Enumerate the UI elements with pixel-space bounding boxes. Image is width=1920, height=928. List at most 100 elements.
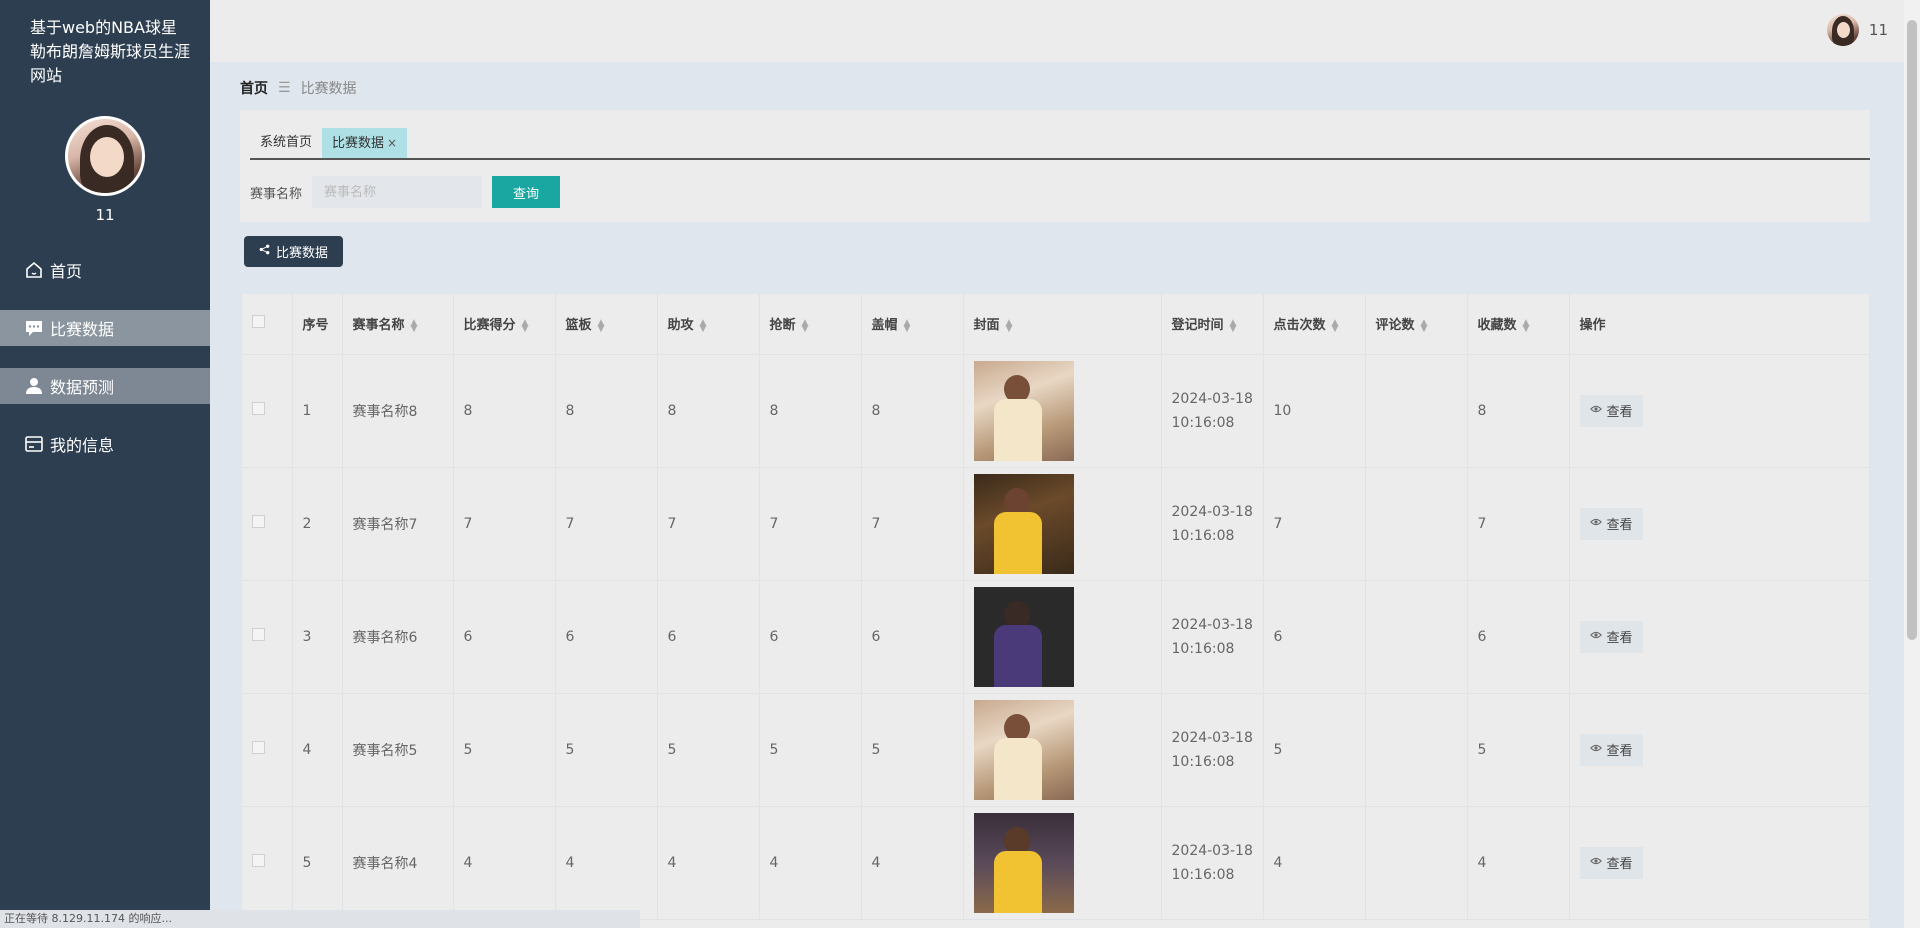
cell-actions: 查看 (1569, 693, 1870, 807)
cell-cover (963, 467, 1162, 581)
row-checkbox[interactable] (252, 402, 265, 415)
sort-icon[interactable]: ▲ ▼ (1230, 318, 1237, 333)
row-select-cell (242, 693, 293, 807)
cell-assists: 8 (657, 354, 760, 468)
cover-image[interactable] (973, 360, 1074, 461)
table-row: 1 赛事名称8 8 8 8 8 8 2024-03-18 10:16:08 10 8 查看 (242, 354, 1870, 468)
sort-icon[interactable]: ▲ ▼ (1523, 318, 1530, 333)
cell-blocks: 6 (861, 580, 964, 694)
scrollbar-thumb[interactable] (1907, 20, 1917, 640)
cell-name: 赛事名称6 (342, 580, 454, 694)
cover-image[interactable] (973, 586, 1074, 687)
column-header[interactable]: 助攻 ▲ ▼ (657, 294, 760, 355)
cell-blocks: 8 (861, 354, 964, 468)
cell-name: 赛事名称8 (342, 354, 454, 468)
column-header[interactable]: 篮板 ▲ ▼ (555, 294, 658, 355)
tab-match-data[interactable]: 比赛数据 × (322, 128, 408, 158)
column-header[interactable]: 抢断 ▲ ▼ (759, 294, 862, 355)
row-checkbox[interactable] (252, 628, 265, 641)
sidebar-username: 11 (95, 206, 115, 224)
cover-image[interactable] (973, 812, 1074, 913)
tab-label: 比赛数据 (332, 136, 385, 151)
sidebar-item-label: 我的信息 (50, 436, 115, 455)
column-header[interactable]: 盖帽 ▲ ▼ (861, 294, 964, 355)
breadcrumb-home[interactable]: 首页 (240, 78, 268, 98)
cell-favorites: 5 (1467, 693, 1570, 807)
cell-blocks: 4 (861, 806, 964, 920)
column-header[interactable]: 赛事名称 ▲ ▼ (342, 294, 454, 355)
breadcrumb: 首页 ☰ 比赛数据 (240, 78, 357, 98)
row-select-cell (242, 467, 293, 581)
column-header[interactable]: 登记时间 ▲ ▼ (1161, 294, 1264, 355)
sort-icon[interactable]: ▲ ▼ (904, 318, 911, 333)
top-user[interactable]: 11 (1826, 14, 1888, 46)
column-header[interactable]: 点击次数 ▲ ▼ (1263, 294, 1366, 355)
cell-blocks: 7 (861, 467, 964, 581)
eye-icon (1589, 742, 1602, 757)
sidebar-item-my-info[interactable]: 我的信息 (0, 426, 210, 462)
close-icon[interactable]: × (387, 136, 397, 150)
sort-icon[interactable]: ▲ ▼ (411, 318, 418, 333)
column-header[interactable]: 封面 ▲ ▼ (963, 294, 1162, 355)
view-button[interactable]: 查看 (1579, 620, 1643, 653)
cell-index: 1 (292, 354, 343, 468)
cell-steals: 4 (759, 806, 862, 920)
cell-assists: 4 (657, 806, 760, 920)
sidebar-item-data-prediction[interactable]: 数据预测 (0, 368, 210, 404)
time-text: 10:16:08 (1171, 753, 1235, 770)
cell-steals: 7 (759, 467, 862, 581)
column-header[interactable]: 评论数 ▲ ▼ (1365, 294, 1468, 355)
date-text: 2024-03-18 (1171, 503, 1253, 520)
view-button[interactable]: 查看 (1579, 507, 1643, 540)
tab-system-home[interactable]: 系统首页 (250, 128, 322, 158)
column-header: 操作 (1569, 294, 1870, 355)
tab-bar: 系统首页 比赛数据 × (250, 128, 1870, 160)
sort-icon[interactable]: ▲ ▼ (700, 318, 707, 333)
view-label: 查看 (1606, 857, 1633, 872)
search-button[interactable]: 查询 (492, 176, 561, 208)
share-icon (259, 244, 270, 259)
cell-registered-time: 2024-03-18 10:16:08 (1161, 467, 1264, 581)
sort-icon[interactable]: ▲ ▼ (1332, 318, 1339, 333)
cell-index: 4 (292, 693, 343, 807)
match-data-button[interactable]: 比赛数据 (244, 236, 344, 267)
match-data-button-label: 比赛数据 (276, 246, 329, 261)
view-button[interactable]: 查看 (1579, 394, 1643, 427)
row-checkbox[interactable] (252, 854, 265, 867)
row-select-cell (242, 354, 293, 468)
cell-cover (963, 806, 1162, 920)
sort-icon[interactable]: ▲ ▼ (1006, 318, 1013, 333)
sort-icon[interactable]: ▲ ▼ (1421, 318, 1428, 333)
view-button[interactable]: 查看 (1579, 846, 1643, 879)
column-header[interactable]: 比赛得分 ▲ ▼ (453, 294, 556, 355)
cell-cover (963, 354, 1162, 468)
cell-assists: 5 (657, 693, 760, 807)
column-header[interactable]: 收藏数 ▲ ▼ (1467, 294, 1570, 355)
cell-rebounds: 6 (555, 580, 658, 694)
sort-icon[interactable]: ▲ ▼ (598, 318, 605, 333)
sidebar-item-label: 比赛数据 (50, 320, 115, 339)
search-input[interactable] (312, 176, 483, 208)
eye-icon (1589, 516, 1602, 531)
sidebar-item-match-data[interactable]: 比赛数据 (0, 310, 210, 346)
cover-image[interactable] (973, 473, 1074, 574)
cell-actions: 查看 (1569, 354, 1870, 468)
select-all-checkbox[interactable] (252, 315, 265, 329)
sort-icon[interactable]: ▲ ▼ (802, 318, 809, 333)
cell-blocks: 5 (861, 693, 964, 807)
cover-image[interactable] (973, 699, 1074, 800)
cell-score: 6 (453, 580, 556, 694)
sidebar-item-home[interactable]: 首页 (0, 252, 210, 288)
cell-favorites: 4 (1467, 806, 1570, 920)
top-avatar[interactable] (1826, 14, 1859, 46)
cell-steals: 8 (759, 354, 862, 468)
sort-icon[interactable]: ▲ ▼ (522, 318, 529, 333)
breadcrumb-current: 比赛数据 (300, 81, 357, 97)
row-checkbox[interactable] (252, 741, 265, 754)
row-checkbox[interactable] (252, 515, 265, 528)
view-button[interactable]: 查看 (1579, 733, 1643, 766)
row-select-cell (242, 806, 293, 920)
page-scrollbar[interactable] (1904, 0, 1920, 928)
avatar[interactable] (65, 116, 145, 196)
time-text: 10:16:08 (1171, 527, 1235, 544)
